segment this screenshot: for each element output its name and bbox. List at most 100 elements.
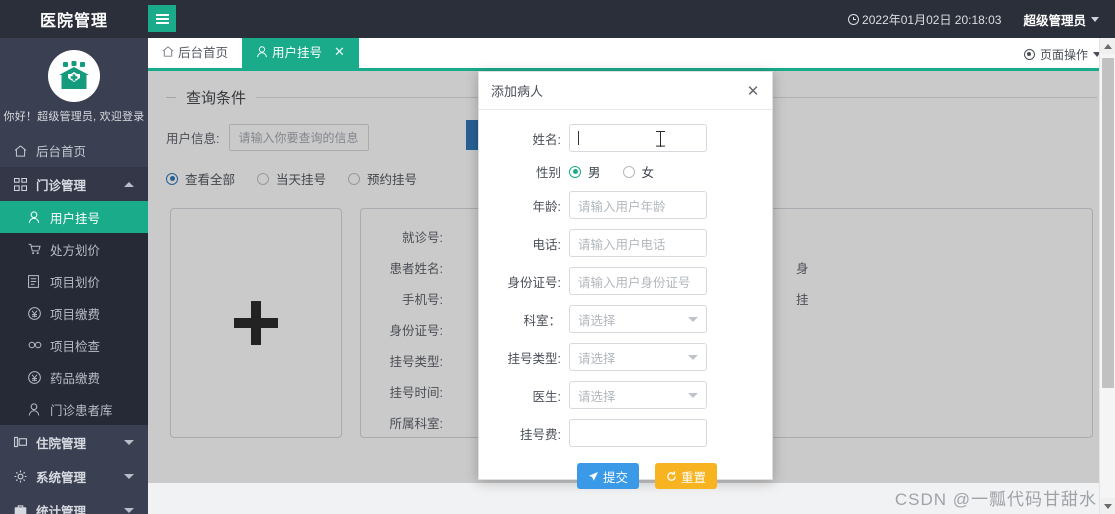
sidebar-item-item-pricing[interactable]: 项目划价 xyxy=(0,265,148,297)
top-bar: 医院管理 2022年01月02日 20:18:03 超级管理员 xyxy=(0,0,1115,38)
grid-icon xyxy=(14,177,31,191)
text-caret xyxy=(578,131,579,145)
sidebar-group-inpatient[interactable]: 住院管理 xyxy=(0,425,148,459)
field-label: 年龄: xyxy=(532,199,561,214)
welcome-text: 你好！超级管理员, 欢迎登录 xyxy=(3,111,145,123)
triangle-down-icon xyxy=(1104,503,1112,509)
radio-circle-icon xyxy=(622,165,635,178)
vertical-scrollbar[interactable] xyxy=(1099,38,1115,514)
chevron-down-icon xyxy=(124,439,134,445)
select-value: 请选择 xyxy=(578,351,616,366)
watermark: CSDN @一瓢代码甘甜水 xyxy=(894,490,1097,509)
user-name: 超级管理员 xyxy=(1023,13,1086,28)
field-age-row: 年龄: 请输入用户年龄 xyxy=(479,191,754,219)
scrollbar-thumb[interactable] xyxy=(1102,58,1114,388)
field-label: 姓名: xyxy=(532,132,561,147)
sidebar-item-home[interactable]: 后台首页 xyxy=(0,134,148,167)
submit-button[interactable]: 提交 xyxy=(577,463,640,489)
sidebar-item-label: 统计管理 xyxy=(36,504,87,514)
sidebar-item-prescription-pricing[interactable]: 处方划价 xyxy=(0,233,148,265)
datetime-text: 2022年01月02日 20:18:03 xyxy=(862,12,1002,27)
tab-home[interactable]: 后台首页 xyxy=(148,38,242,68)
doctor-select[interactable]: 请选择 xyxy=(569,381,707,409)
field-label: 挂号类型: xyxy=(507,351,561,366)
radio-label: 男 xyxy=(588,166,601,180)
close-icon[interactable]: ✕ xyxy=(745,83,761,99)
send-icon xyxy=(588,471,599,482)
sidebar-submenu-outpatient: 用户挂号 处方划价 项目划价 项目缴费 项目检查 药品缴费 门诊患者库 xyxy=(0,201,148,425)
link-icon xyxy=(28,341,45,349)
department-select[interactable]: 请选择 xyxy=(569,305,707,333)
reset-button[interactable]: 重置 xyxy=(655,463,718,489)
sidebar-item-user-registration[interactable]: 用户挂号 xyxy=(0,201,148,233)
logo-circle xyxy=(48,50,100,102)
submit-label: 提交 xyxy=(603,470,629,485)
field-label: 性别 xyxy=(535,166,561,180)
sidebar-logo xyxy=(0,38,148,106)
sidebar-item-label: 处方划价 xyxy=(50,243,101,258)
top-bar-right: 2022年01月02日 20:18:03 超级管理员 xyxy=(848,0,1115,38)
field-gender-row: 性别 男 女 xyxy=(479,162,754,181)
yuan-icon xyxy=(28,370,45,384)
sidebar-group-outpatient[interactable]: 门诊管理 xyxy=(0,167,148,201)
dialog-body: 姓名: 性别 男 女 年龄: 请输入用户年龄 电话: 请输入用户电话 身份证号:… xyxy=(479,110,772,489)
age-input[interactable]: 请输入用户年龄 xyxy=(569,191,707,219)
scroll-up-button[interactable] xyxy=(1100,38,1115,54)
sidebar-item-item-exam[interactable]: 项目检查 xyxy=(0,329,148,361)
sidebar-group-statistics[interactable]: 统计管理 xyxy=(0,493,148,514)
sidebar-item-label: 项目缴费 xyxy=(50,307,101,322)
chart-icon xyxy=(14,505,31,514)
registration-type-select[interactable]: 请选择 xyxy=(569,343,707,371)
sidebar-group-system[interactable]: 系统管理 xyxy=(0,459,148,493)
user-menu[interactable]: 超级管理员 xyxy=(1023,10,1099,29)
field-label: 科室： xyxy=(523,313,561,328)
sidebar-item-label: 药品缴费 xyxy=(50,371,101,386)
doc-icon xyxy=(28,274,45,288)
field-idcard-row: 身份证号: 请输入用户身份证号 xyxy=(479,267,754,295)
ibeam-cursor-icon xyxy=(656,131,665,147)
user-add-icon xyxy=(256,45,268,58)
sidebar-item-label: 系统管理 xyxy=(36,470,87,485)
dialog-header: 添加病人 ✕ xyxy=(479,72,772,110)
chevron-down-icon xyxy=(688,355,698,360)
field-dept-row: 科室： 请选择 xyxy=(479,305,754,333)
sidebar-menu: 后台首页 门诊管理 用户挂号 处方划价 项目划价 项目缴费 项目检查 药品缴费 … xyxy=(0,134,148,514)
radio-dot-icon xyxy=(1023,49,1035,60)
field-label: 电话: xyxy=(532,237,561,252)
sidebar-item-label: 用户挂号 xyxy=(50,211,101,226)
sidebar-item-label: 住院管理 xyxy=(36,436,87,451)
radio-dot-icon xyxy=(569,165,581,178)
idcard-input[interactable]: 请输入用户身份证号 xyxy=(569,267,707,295)
gender-radio-group: 男 女 xyxy=(569,162,654,181)
cart-icon xyxy=(28,243,45,255)
tab-user-registration[interactable]: 用户挂号 ✕ xyxy=(242,38,359,68)
triangle-up-icon xyxy=(1104,43,1112,49)
hamburger-icon[interactable] xyxy=(148,5,176,32)
radio-female[interactable]: 女 xyxy=(622,162,654,181)
sidebar-item-item-payment[interactable]: 项目缴费 xyxy=(0,297,148,329)
home-icon xyxy=(162,46,174,57)
app-root: 医院管理 2022年01月02日 20:18:03 超级管理员 你好！超级管理员… xyxy=(0,0,1115,514)
chevron-down-icon xyxy=(124,507,134,513)
bed-icon xyxy=(14,436,31,448)
sidebar-item-patient-library[interactable]: 门诊患者库 xyxy=(0,393,148,425)
sidebar-item-label: 项目检查 xyxy=(50,339,101,354)
chevron-up-icon xyxy=(124,181,134,187)
phone-input[interactable]: 请输入用户电话 xyxy=(569,229,707,257)
reset-label: 重置 xyxy=(681,470,707,485)
sidebar-item-drug-payment[interactable]: 药品缴费 xyxy=(0,361,148,393)
tab-label: 后台首页 xyxy=(178,46,229,60)
field-label: 挂号费: xyxy=(520,427,561,442)
fee-input[interactable] xyxy=(569,419,707,447)
select-value: 请选择 xyxy=(578,389,616,404)
chevron-down-icon xyxy=(688,317,698,322)
scroll-down-button[interactable] xyxy=(1100,498,1115,514)
radio-male[interactable]: 男 xyxy=(569,162,601,181)
field-doctor-row: 医生: 请选择 xyxy=(479,381,754,409)
brand-title: 医院管理 xyxy=(39,13,108,30)
hamburger-bars xyxy=(155,12,169,26)
page-operation-menu[interactable]: 页面操作 xyxy=(1023,46,1101,63)
sidebar: 你好！超级管理员, 欢迎登录 后台首页 门诊管理 用户挂号 处方划价 项目划价 … xyxy=(0,38,148,514)
name-input[interactable] xyxy=(569,124,707,152)
close-icon[interactable]: ✕ xyxy=(334,44,345,60)
